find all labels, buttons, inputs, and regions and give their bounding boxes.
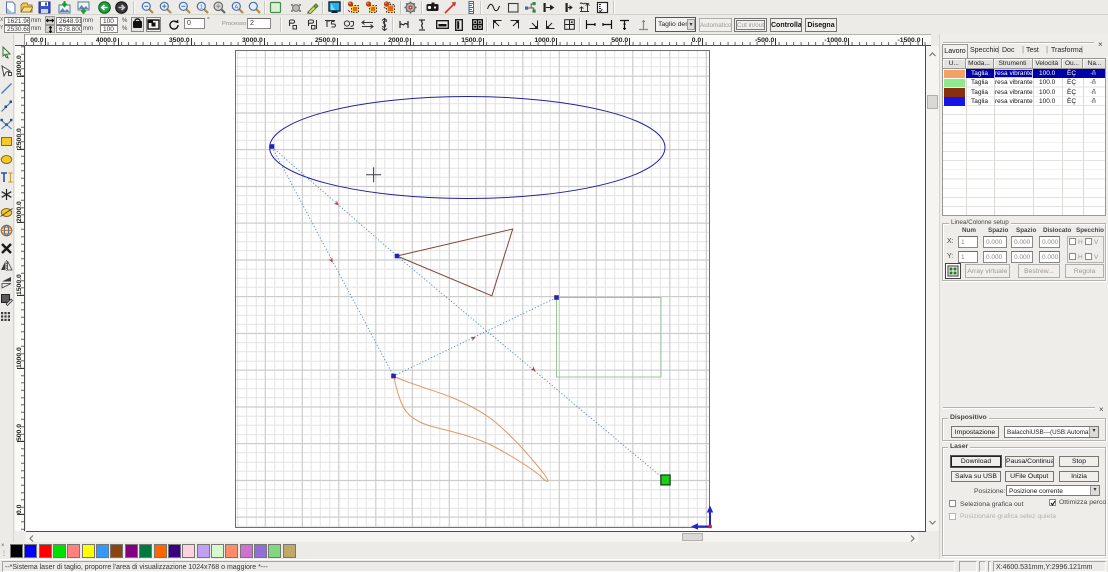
svg-text:A: A: [234, 4, 238, 10]
svg-text:1: 1: [200, 4, 203, 10]
